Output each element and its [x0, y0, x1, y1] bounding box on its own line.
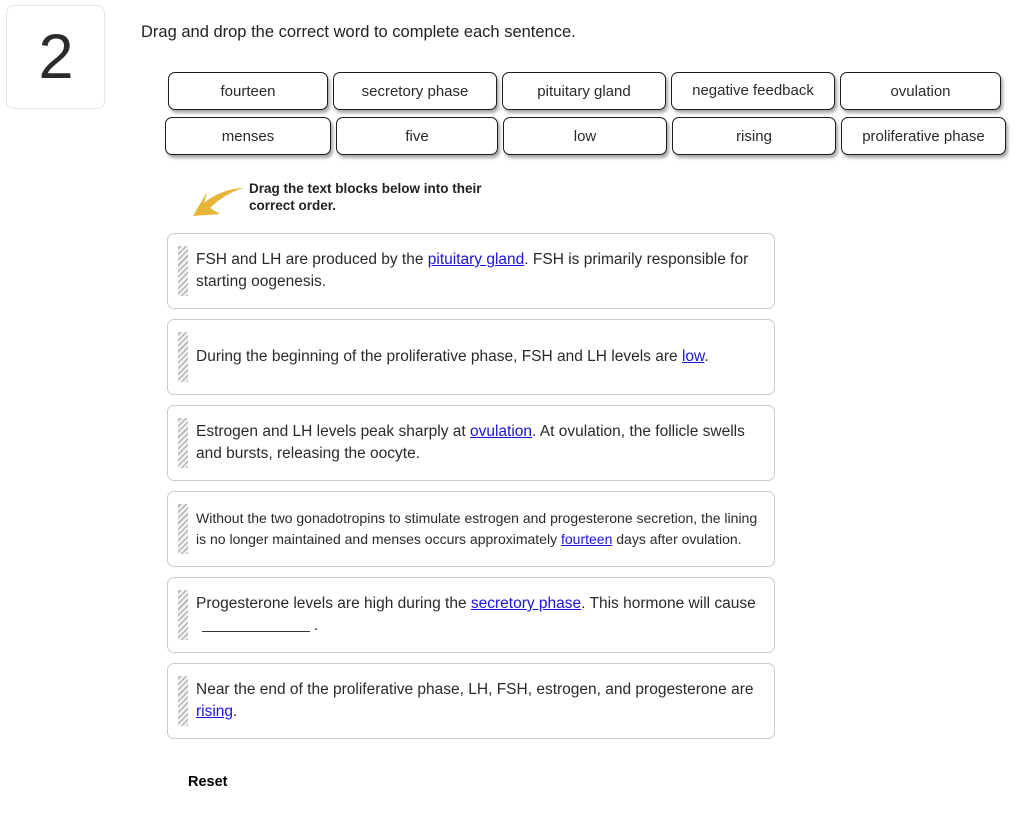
empty-drop-slot[interactable]: [202, 618, 310, 632]
sentence-part-text: Estrogen and LH levels peak sharply at: [196, 423, 470, 440]
sentence-text: Estrogen and LH levels peak sharply at o…: [196, 421, 764, 465]
sentence-block[interactable]: FSH and LH are produced by the pituitary…: [167, 233, 775, 309]
sentence-part-text: FSH and LH are produced by the: [196, 251, 428, 268]
sentence-part-text: . This hormone will cause: [581, 595, 756, 612]
word-bank-row-2: menses five low rising proliferative pha…: [165, 117, 1006, 155]
word-tile-negative-feedback[interactable]: negative feedback: [671, 72, 835, 110]
drag-handle-icon[interactable]: [178, 418, 188, 468]
word-tile-menses[interactable]: menses: [165, 117, 331, 155]
arrow-down-left-icon: [193, 188, 244, 216]
word-tile-low[interactable]: low: [503, 117, 667, 155]
reset-button[interactable]: Reset: [188, 774, 228, 790]
drag-handle-icon[interactable]: [178, 246, 188, 296]
sentence-block-list: FSH and LH are produced by the pituitary…: [167, 233, 775, 749]
word-bank-row-1: fourteen secretory phase pituitary gland…: [168, 72, 1001, 110]
word-tile-five[interactable]: five: [336, 117, 498, 155]
sentence-text: FSH and LH are produced by the pituitary…: [196, 249, 764, 293]
drag-hint-text: Drag the text blocks below into their co…: [249, 181, 482, 213]
question-view: 2 Drag and drop the correct word to comp…: [0, 0, 1024, 817]
sentence-part-text: .: [704, 348, 709, 365]
question-prompt: Drag and drop the correct word to comple…: [141, 23, 576, 41]
sentence-part-text: Near the end of the proliferative phase,…: [196, 681, 754, 698]
sentence-text: Near the end of the proliferative phase,…: [196, 679, 764, 723]
sentence-block[interactable]: Estrogen and LH levels peak sharply at o…: [167, 405, 775, 481]
sentence-part-text: During the beginning of the proliferativ…: [196, 348, 682, 365]
sentence-block[interactable]: During the beginning of the proliferativ…: [167, 319, 775, 395]
sentence-part-text: .: [314, 617, 319, 634]
drag-handle-icon[interactable]: [178, 332, 188, 382]
drag-handle-icon[interactable]: [178, 676, 188, 726]
word-tile-fourteen[interactable]: fourteen: [168, 72, 328, 110]
question-number-card: 2: [6, 5, 105, 109]
dropped-word[interactable]: low: [682, 348, 704, 365]
word-tile-secretory-phase[interactable]: secretory phase: [333, 72, 497, 110]
sentence-part-text: days after ovulation.: [612, 531, 742, 547]
sentence-block[interactable]: Progesterone levels are high during the …: [167, 577, 775, 653]
word-tile-pituitary-gland[interactable]: pituitary gland: [502, 72, 666, 110]
dropped-word[interactable]: fourteen: [561, 531, 612, 547]
dropped-word[interactable]: secretory phase: [471, 595, 581, 612]
dropped-word[interactable]: rising: [196, 703, 233, 720]
dropped-word[interactable]: ovulation: [470, 423, 532, 440]
word-tile-rising[interactable]: rising: [672, 117, 836, 155]
drag-handle-icon[interactable]: [178, 590, 188, 640]
word-tile-ovulation[interactable]: ovulation: [840, 72, 1001, 110]
sentence-part-text: .: [233, 703, 238, 720]
drag-hint: Drag the text blocks below into their co…: [189, 180, 482, 222]
sentence-block[interactable]: Near the end of the proliferative phase,…: [167, 663, 775, 739]
sentence-text: During the beginning of the proliferativ…: [196, 346, 764, 368]
sentence-block[interactable]: Without the two gonadotropins to stimula…: [167, 491, 775, 567]
sentence-text: Progesterone levels are high during the …: [196, 593, 764, 637]
dropped-word[interactable]: pituitary gland: [428, 251, 525, 268]
sentence-part-text: Progesterone levels are high during the: [196, 595, 471, 612]
word-tile-proliferative-phase[interactable]: proliferative phase: [841, 117, 1006, 155]
question-number: 2: [38, 21, 73, 92]
sentence-text: Without the two gonadotropins to stimula…: [196, 508, 764, 550]
drag-handle-icon[interactable]: [178, 504, 188, 554]
